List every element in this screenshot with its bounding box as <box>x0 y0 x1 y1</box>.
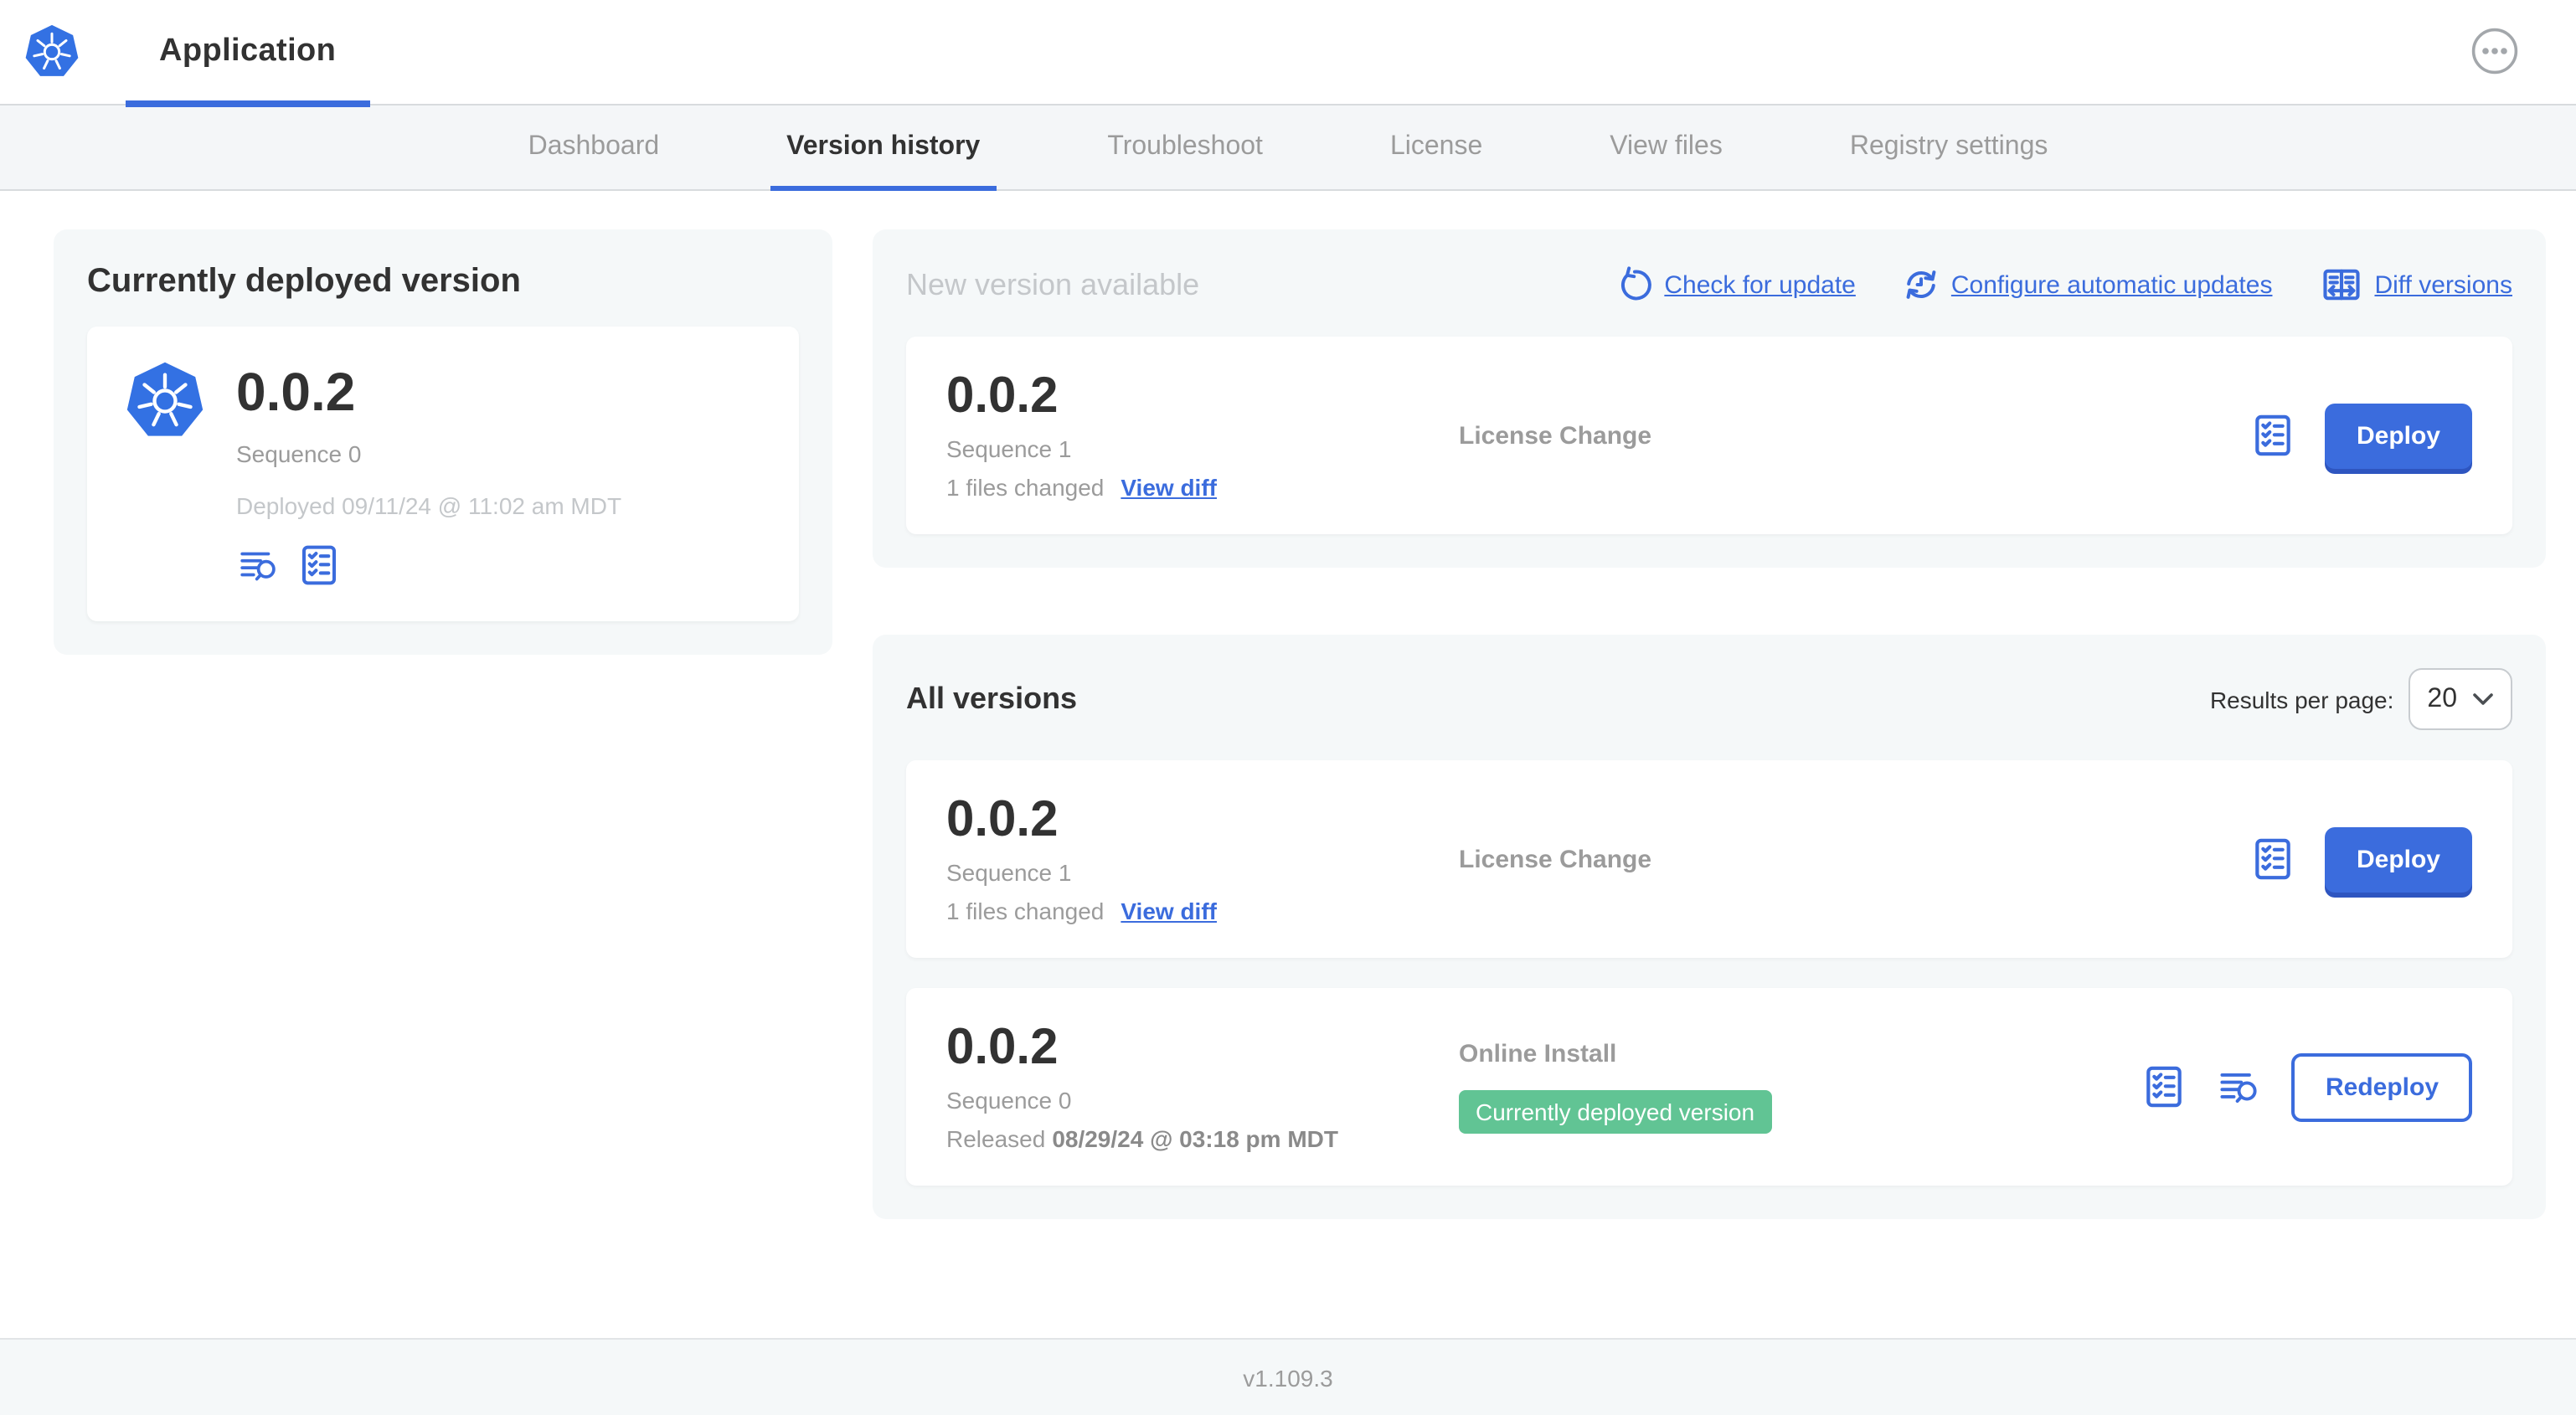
app-title: Application <box>159 33 337 69</box>
update-actions: Check for update Configure automatic upd… <box>1615 263 2512 306</box>
version-number: 0.0.2 <box>946 792 1059 848</box>
new-version-panel: New version available Check for update C… <box>873 229 2546 568</box>
version-row: 0.0.2 Sequence 0 Released 08/29/24 @ 03:1… <box>906 988 2512 1186</box>
new-version-row: 0.0.2 Sequence 1 1 files changed View di… <box>906 337 2512 534</box>
currently-deployed-badge: Currently deployed version <box>1459 1089 1772 1135</box>
view-diff-link[interactable]: View diff <box>1121 474 1217 501</box>
results-per-page: Results per page: 20 <box>2210 668 2512 730</box>
files-changed: 1 files changed View diff <box>946 897 1217 924</box>
version-sequence: Sequence 0 <box>946 1086 1072 1114</box>
version-number: 0.0.2 <box>946 1020 1059 1076</box>
version-source: License Change <box>1459 845 1652 873</box>
deployed-version-card: 0.0.2 Sequence 0 Deployed 09/11/24 @ 11:… <box>87 327 799 621</box>
new-version-title: New version available <box>906 267 1200 301</box>
deploy-logs-button[interactable] <box>2217 1065 2264 1109</box>
overflow-menu-button[interactable] <box>2470 26 2519 80</box>
preflight-checks-icon <box>2249 836 2296 882</box>
refresh-icon <box>1615 266 1652 303</box>
preflight-checks-button[interactable] <box>2249 836 2296 882</box>
chevron-down-icon <box>2472 692 2494 707</box>
version-info: 0.0.2 Sequence 0 Released 08/29/24 @ 03:1… <box>946 1020 1459 1152</box>
version-info: 0.0.2 Sequence 1 1 files changed View di… <box>946 792 1459 924</box>
ellipsis-icon <box>2470 26 2519 80</box>
all-versions-header: All versions Results per page: 20 <box>906 668 2512 730</box>
configure-automatic-updates-link[interactable]: Configure automatic updates <box>1903 266 2272 303</box>
active-tab-indicator <box>126 100 370 106</box>
tab-version-history[interactable]: Version history <box>770 105 997 191</box>
view-diff-link[interactable]: View diff <box>1121 898 1217 924</box>
deploy-logs-button[interactable] <box>236 543 281 585</box>
deployed-version-info: 0.0.2 Sequence 0 Deployed 09/11/24 @ 11:… <box>236 360 621 587</box>
version-actions: Redeploy <box>2141 1052 2472 1121</box>
all-versions-title: All versions <box>906 682 1078 715</box>
currently-deployed-panel: Currently deployed version 0.0.2 Sequenc… <box>54 229 832 655</box>
preflight-checks-button[interactable] <box>2141 1063 2188 1110</box>
tab-license[interactable]: License <box>1373 105 1499 189</box>
deployed-sequence: Sequence 0 <box>236 440 362 467</box>
released-timestamp: Released 08/29/24 @ 03:18 pm MDT <box>946 1124 1338 1152</box>
console-version: v1.109.3 <box>1243 1364 1333 1391</box>
version-info: 0.0.2 Sequence 1 1 files changed View di… <box>946 368 1459 501</box>
preflight-checks-button[interactable] <box>296 542 342 587</box>
version-sequence: Sequence 1 <box>946 435 1072 462</box>
logs-icon <box>2217 1065 2264 1109</box>
redeploy-button[interactable]: Redeploy <box>2291 1052 2472 1121</box>
deploy-button[interactable]: Deploy <box>2324 403 2472 468</box>
check-for-update-link[interactable]: Check for update <box>1615 266 1856 303</box>
preflight-checks-button[interactable] <box>2249 412 2296 459</box>
tab-troubleshoot[interactable]: Troubleshoot <box>1090 105 1280 189</box>
app-footer: v1.109.3 <box>0 1338 2576 1415</box>
diff-icon <box>2319 263 2362 306</box>
version-actions: Deploy <box>2249 826 2472 892</box>
app-subnav: Dashboard Version history Troubleshoot L… <box>0 105 2576 191</box>
diff-versions-link[interactable]: Diff versions <box>2319 263 2512 306</box>
deployed-timestamp: Deployed 09/11/24 @ 11:02 am MDT <box>236 491 622 519</box>
currently-deployed-title: Currently deployed version <box>87 263 521 300</box>
app-header: Application <box>0 0 2576 106</box>
app-window: Application Dashboard Version history Tr… <box>0 0 2576 1415</box>
tab-view-files[interactable]: View files <box>1593 105 1739 189</box>
tab-dashboard[interactable]: Dashboard <box>512 105 677 189</box>
version-actions: Deploy <box>2249 403 2472 468</box>
app-tab[interactable]: Application <box>126 0 370 106</box>
preflight-checks-icon <box>2141 1063 2188 1110</box>
tab-registry-settings[interactable]: Registry settings <box>1833 105 2065 189</box>
deploy-button[interactable]: Deploy <box>2324 826 2472 892</box>
deployed-version-number: 0.0.2 <box>236 362 356 422</box>
version-history-column: New version available Check for update C… <box>873 229 2546 1219</box>
results-per-page-label: Results per page: <box>2209 686 2394 713</box>
auto-update-icon <box>1903 266 1940 303</box>
main-content: Currently deployed version 0.0.2 Sequenc… <box>0 191 2576 1338</box>
version-sequence: Sequence 1 <box>946 858 1072 886</box>
preflight-checks-icon <box>2249 412 2296 459</box>
kubernetes-app-icon <box>124 360 206 442</box>
version-row: 0.0.2 Sequence 1 1 files changed View di… <box>906 760 2512 958</box>
preflight-checks-icon <box>296 542 342 587</box>
kubernetes-logo-icon <box>23 23 80 80</box>
new-version-header: New version available Check for update C… <box>906 263 2512 306</box>
logs-icon <box>236 543 281 585</box>
version-number: 0.0.2 <box>946 368 1059 424</box>
results-per-page-select[interactable]: 20 <box>2409 668 2512 730</box>
version-source: License Change <box>1459 421 1652 450</box>
files-changed: 1 files changed View diff <box>946 473 1217 501</box>
all-versions-panel: All versions Results per page: 20 0.0.2 … <box>873 635 2546 1219</box>
deployed-version-actions <box>236 542 621 587</box>
version-source: Online Install Currently deployed versio… <box>1459 1039 2141 1135</box>
